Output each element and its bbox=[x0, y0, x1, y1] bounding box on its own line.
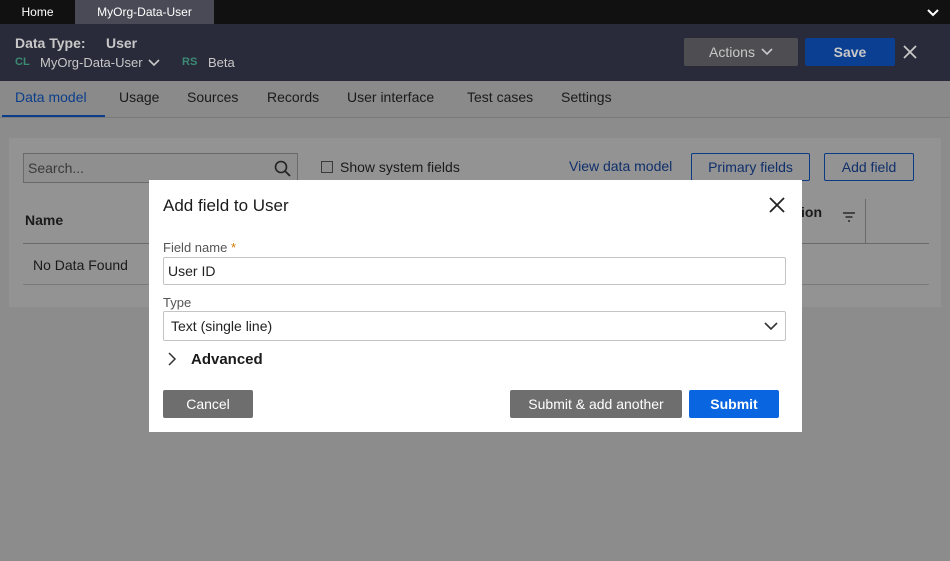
advanced-label: Advanced bbox=[191, 350, 263, 368]
type-selected-value: Text (single line) bbox=[171, 318, 273, 334]
primary-fields-button[interactable]: Primary fields bbox=[691, 153, 810, 181]
search-icon[interactable] bbox=[274, 160, 291, 177]
data-type-label: Data Type: bbox=[15, 35, 86, 51]
chevron-down-icon bbox=[761, 48, 773, 56]
tab-test-cases[interactable]: Test cases bbox=[467, 89, 533, 105]
tab-settings[interactable]: Settings bbox=[561, 89, 612, 105]
column-divider bbox=[865, 199, 866, 243]
ruleset-badge: RS bbox=[182, 56, 198, 68]
filter-icon[interactable] bbox=[842, 212, 856, 224]
field-name-label-text: Field name bbox=[163, 240, 228, 255]
record-header: Data Type: User CL MyOrg-Data-User RS Be… bbox=[0, 24, 950, 81]
chevron-down-icon[interactable] bbox=[926, 5, 940, 19]
view-data-model-link[interactable]: View data model bbox=[569, 158, 672, 174]
field-name-label: Field name * bbox=[163, 240, 236, 255]
close-icon[interactable] bbox=[768, 196, 786, 214]
column-header-name[interactable]: Name bbox=[25, 212, 63, 228]
submit-and-add-another-button[interactable]: Submit & add another bbox=[510, 390, 682, 418]
save-button[interactable]: Save bbox=[805, 38, 895, 66]
class-selector[interactable]: MyOrg-Data-User bbox=[40, 55, 160, 70]
ruleset-name: Beta bbox=[208, 55, 235, 70]
type-label: Type bbox=[163, 295, 192, 310]
tab-data-model[interactable]: Data model bbox=[15, 89, 87, 105]
chevron-down-icon bbox=[764, 322, 778, 331]
show-system-fields-checkbox[interactable] bbox=[321, 161, 333, 173]
add-field-dialog: Add field to User Field name * User ID T… bbox=[149, 180, 802, 432]
required-marker: * bbox=[230, 240, 236, 255]
record-nav-tabs: Data model Usage Sources Records User in… bbox=[0, 81, 950, 118]
cancel-button[interactable]: Cancel bbox=[163, 390, 253, 418]
chevron-right-icon bbox=[168, 352, 177, 366]
add-field-button[interactable]: Add field bbox=[824, 153, 914, 181]
actions-label: Actions bbox=[709, 44, 755, 60]
field-name-input[interactable]: User ID bbox=[163, 257, 786, 285]
tab-home[interactable]: Home bbox=[0, 0, 75, 24]
search-input[interactable]: Search... bbox=[23, 153, 298, 183]
chevron-down-icon bbox=[148, 58, 160, 66]
column-header-partial[interactable]: ion bbox=[801, 204, 822, 220]
data-type-value: User bbox=[106, 35, 138, 51]
app-tab-bar: Home MyOrg-Data-User bbox=[0, 0, 950, 24]
active-tab-indicator bbox=[2, 115, 105, 117]
show-system-fields-label: Show system fields bbox=[340, 159, 460, 175]
search-placeholder: Search... bbox=[28, 160, 85, 176]
tab-user-interface[interactable]: User interface bbox=[347, 89, 434, 105]
tab-sources[interactable]: Sources bbox=[187, 89, 238, 105]
close-icon[interactable] bbox=[902, 44, 918, 60]
tab-usage[interactable]: Usage bbox=[119, 89, 159, 105]
dialog-title: Add field to User bbox=[163, 196, 289, 215]
type-select[interactable]: Text (single line) bbox=[163, 311, 786, 341]
actions-button[interactable]: Actions bbox=[684, 38, 798, 66]
advanced-toggle[interactable]: Advanced bbox=[163, 350, 263, 368]
empty-state-text: No Data Found bbox=[33, 257, 128, 273]
class-name: MyOrg-Data-User bbox=[40, 55, 143, 70]
tab-myorg-data-user[interactable]: MyOrg-Data-User bbox=[75, 0, 214, 24]
submit-button[interactable]: Submit bbox=[689, 390, 779, 418]
tab-records[interactable]: Records bbox=[267, 89, 319, 105]
class-badge: CL bbox=[15, 56, 30, 68]
